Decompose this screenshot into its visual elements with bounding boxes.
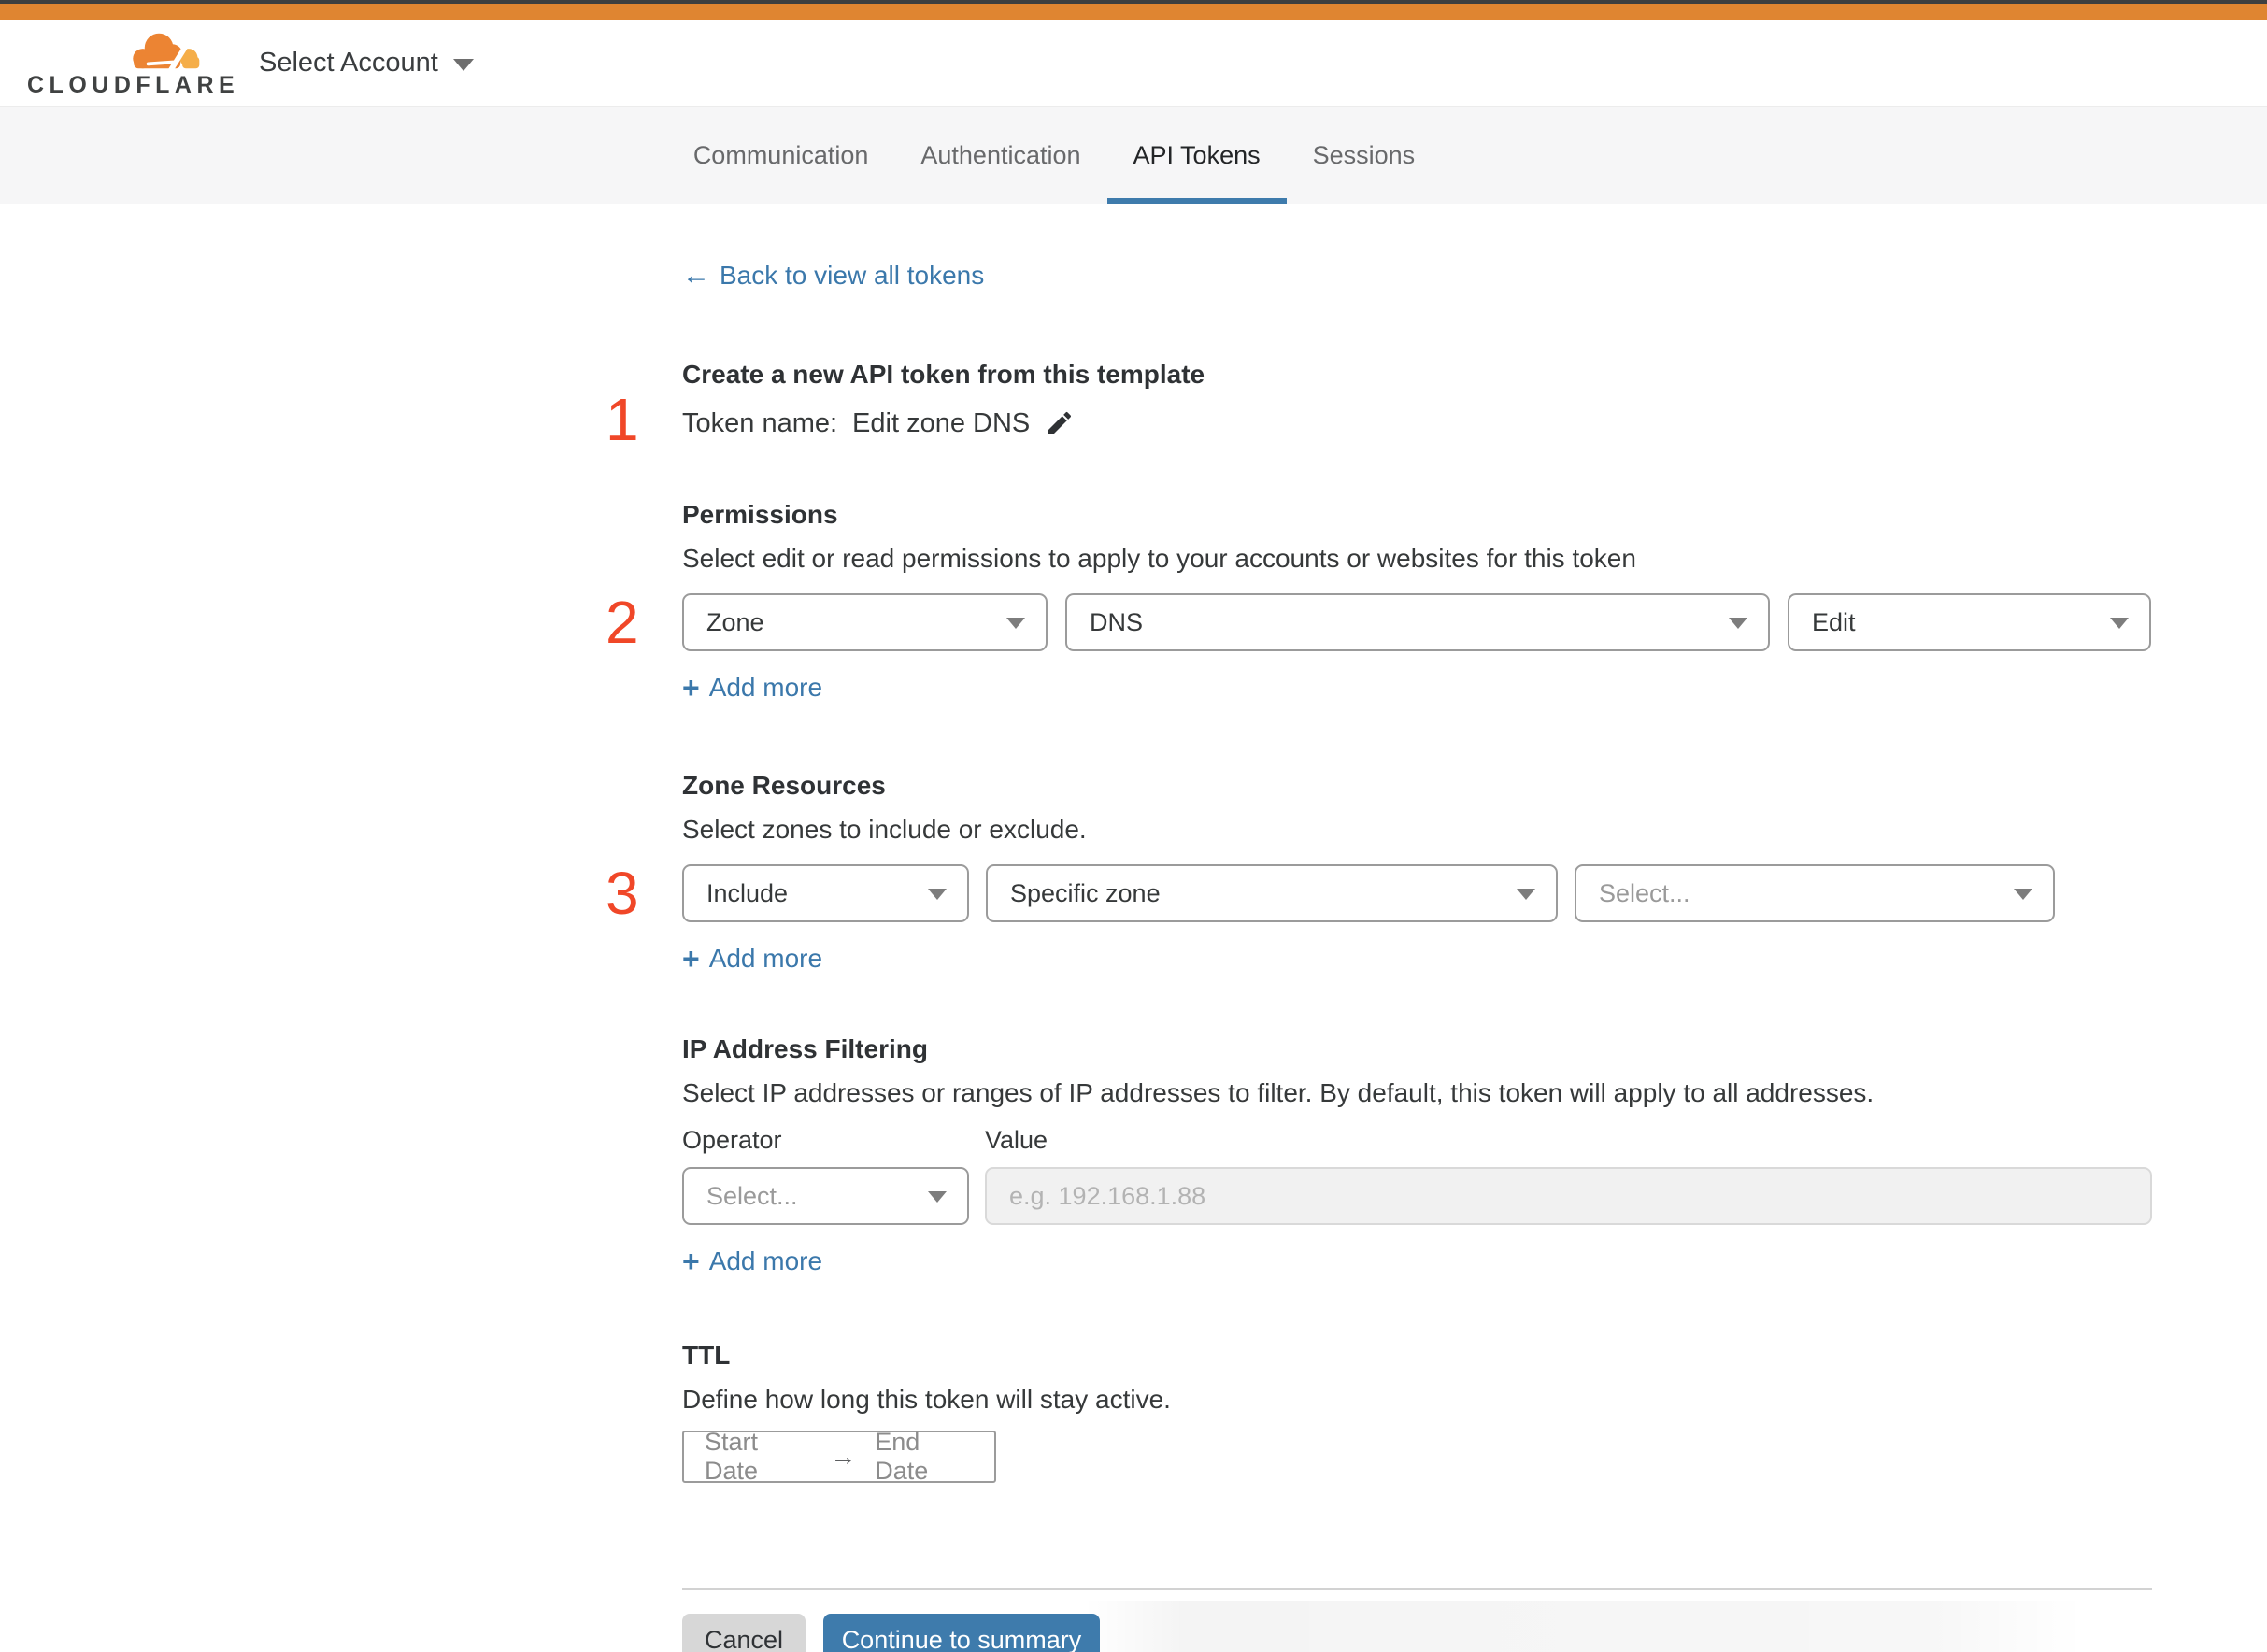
continue-to-summary-button[interactable]: Continue to summary [823,1614,1100,1652]
start-date-label: Start Date [705,1428,759,1485]
add-more-label: Add more [708,1246,823,1275]
zone-picker-select[interactable]: Select... [1575,864,2055,922]
chevron-down-icon [1729,618,1747,629]
back-link-label: Back to view all tokens [720,261,985,290]
step-number-1: 1 [606,386,639,453]
back-link[interactable]: ← Back to view all tokens [682,260,984,292]
ttl-section: TTL Define how long this token will stay… [682,1339,2152,1485]
select-value: Specific zone [1010,878,1161,907]
account-selector[interactable]: Select Account [259,20,474,106]
ip-value-input[interactable] [985,1167,2152,1225]
plus-icon: + [682,1245,700,1278]
add-zone-resource-link[interactable]: + Add more [682,943,822,975]
cloudflare-cloud-icon [133,33,200,75]
chevron-down-icon [928,1191,947,1203]
ip-filtering-heading: IP Address Filtering [682,1034,928,1063]
add-more-label: Add more [708,673,823,702]
cancel-button[interactable]: Cancel [682,1614,806,1652]
zone-type-select[interactable]: Specific zone [986,864,1558,922]
chevron-down-icon [2110,618,2129,629]
zone-resources-section: 3 Zone Resources Select zones to include… [606,769,2152,975]
ttl-date-range-picker[interactable]: Start Date → End Date [682,1428,996,1485]
chevron-down-icon [1517,889,1535,900]
right-arrow-icon: → [830,1442,857,1471]
chevron-down-icon [2014,889,2032,900]
token-name-value: Edit zone DNS [852,408,1031,438]
operator-label: Operator [682,1126,782,1154]
zone-resources-row: Include Specific zone Select... [682,864,2152,922]
select-value: DNS [1090,607,1144,636]
value-label: Value [985,1126,1048,1154]
select-placeholder: Select... [1599,878,1690,907]
step-number-3: 3 [606,860,639,927]
token-template-form: ← Back to view all tokens 1 Create a new… [606,204,2152,1652]
left-arrow-icon: ← [682,260,710,291]
tab-authentication[interactable]: Authentication [894,107,1106,204]
add-permission-link[interactable]: + Add more [682,672,822,704]
permissions-row: Zone DNS Edit [682,593,2152,651]
footer-actions: Cancel Continue to summary [682,1614,2152,1652]
header: CLOUDFLARE Select Account [0,20,2267,106]
ttl-heading: TTL [682,1341,731,1370]
select-value: Include [706,878,789,907]
token-name-row: Token name: Edit zone DNS [682,405,2152,442]
token-name-section: 1 Create a new API token from this templ… [606,358,2152,453]
permission-scope-select[interactable]: Zone [682,593,1048,651]
tab-label: Authentication [920,140,1081,169]
select-value: Zone [706,607,764,636]
tab-api-tokens[interactable]: API Tokens [1106,107,1287,204]
permissions-section: 2 Permissions Select edit or read permis… [606,498,2152,704]
end-date-label: End Date [875,1428,929,1485]
permission-type-select[interactable]: DNS [1065,593,1770,651]
tab-label: Sessions [1312,140,1416,169]
tab-communication[interactable]: Communication [667,107,895,204]
add-ip-filter-link[interactable]: + Add more [682,1246,822,1277]
ip-filtering-labels: Operator Value [682,1124,2152,1156]
ttl-description: Define how long this token will stay act… [682,1385,1171,1414]
tab-sessions[interactable]: Sessions [1287,107,1442,204]
cloudflare-logo[interactable]: CLOUDFLARE [27,22,235,101]
footer-divider [682,1588,2152,1590]
select-placeholder: Select... [706,1181,798,1210]
chevron-down-icon [452,58,474,71]
brand-accent-bar [0,4,2267,20]
ip-filtering-row: Select... [682,1167,2152,1225]
chevron-down-icon [1006,618,1025,629]
ip-filtering-description: Select IP addresses or ranges of IP addr… [682,1078,1875,1107]
step-number-2: 2 [606,589,639,656]
permissions-description: Select edit or read permissions to apply… [682,544,1636,573]
add-more-label: Add more [708,944,823,973]
zone-include-select[interactable]: Include [682,864,969,922]
ip-filtering-section: IP Address Filtering Select IP addresses… [682,1032,2152,1277]
select-value: Edit [1812,607,1856,636]
page: CLOUDFLARE Select Account Communication … [0,0,2267,1652]
tab-label: Communication [692,140,869,169]
plus-icon: + [682,671,700,705]
create-token-heading: Create a new API token from this templat… [682,360,1205,389]
permission-level-select[interactable]: Edit [1788,593,2151,651]
zone-resources-heading: Zone Resources [682,771,886,800]
chevron-down-icon [928,889,947,900]
tab-label: API Tokens [1133,140,1261,169]
plus-icon: + [682,942,700,976]
permissions-heading: Permissions [682,500,838,529]
ip-operator-select[interactable]: Select... [682,1167,969,1225]
tabs: Communication Authentication API Tokens … [0,107,2188,204]
pencil-icon[interactable] [1045,408,1075,438]
account-selector-label: Select Account [259,47,438,78]
token-name-label: Token name: [682,408,838,438]
zone-resources-description: Select zones to include or exclude. [682,815,1087,844]
logo-wordmark: CLOUDFLARE [27,72,240,98]
tab-bar: Communication Authentication API Tokens … [0,106,2267,204]
